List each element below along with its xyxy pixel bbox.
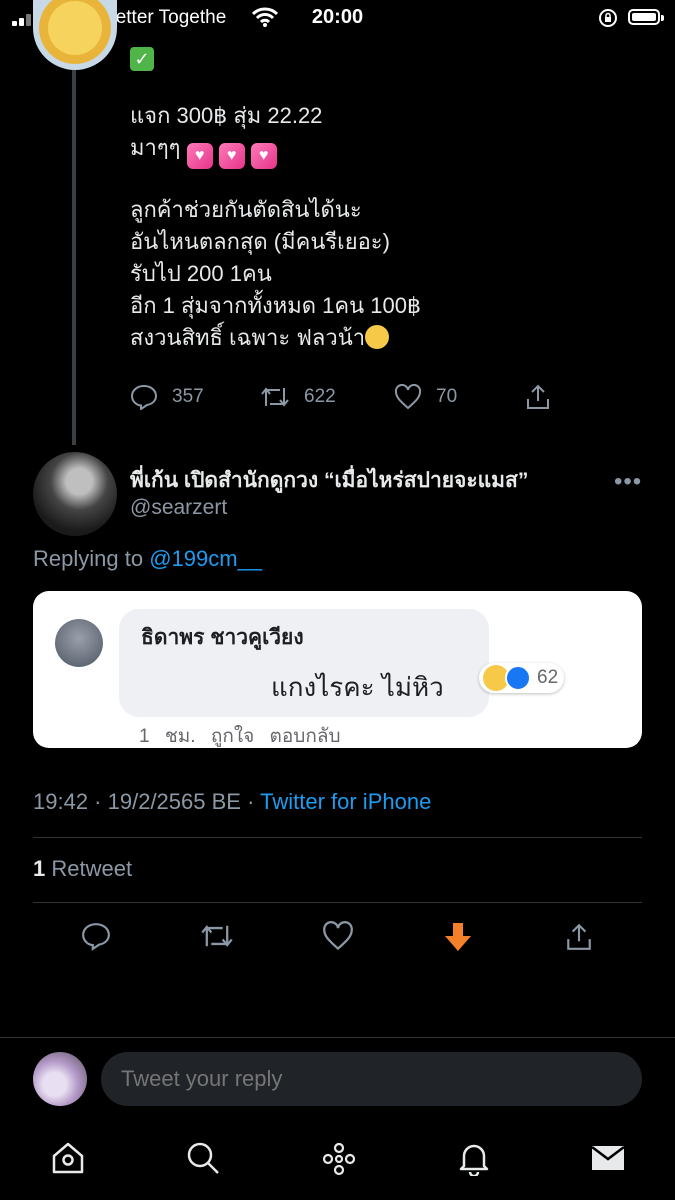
comment-text: แกงไรคะ ไม่หิว (271, 672, 444, 702)
tweet-line: มาๆๆ ♥ ♥ ♥ (130, 132, 630, 169)
like-reaction-icon (505, 665, 531, 691)
heart-icon[interactable] (322, 921, 354, 951)
divider (0, 1037, 675, 1038)
tweet-line: สงวนสิทธิ์ เฉพาะ ฟลวน้า (130, 322, 630, 354)
reply-button[interactable]: 357 (130, 380, 204, 414)
more-options-icon[interactable]: ••• (614, 468, 642, 496)
parent-tweet-text: ✓ แจก 300฿ สุ่ม 22.22 มาๆๆ ♥ ♥ ♥ ลูกค้าช่ว… (130, 18, 630, 354)
my-avatar[interactable] (33, 1052, 87, 1106)
messages-envelope-icon[interactable] (590, 1140, 626, 1176)
tweet-timestamp: 19:42 · 19/2/2565 BE · Twitter for iPhon… (33, 789, 432, 814)
share-icon (527, 384, 549, 409)
parent-avatar[interactable] (33, 0, 117, 70)
sparkling-heart-emoji: ♥ (250, 143, 277, 169)
reply-icon (130, 384, 158, 410)
author-handle[interactable]: @searzert (130, 496, 227, 520)
tweet-source[interactable]: Twitter for iPhone (260, 789, 431, 814)
divider (33, 837, 642, 838)
author-avatar[interactable] (33, 452, 117, 536)
retweet-icon[interactable] (200, 921, 234, 951)
sparkling-heart-emoji: ♥ (218, 143, 245, 169)
reaction-count: 62 (537, 667, 559, 688)
author-display-name[interactable]: พี่เก้น เปิดสำนักดูกวง “เมื่อไหร่สปายจะแ… (130, 464, 528, 497)
share-icon[interactable] (564, 921, 594, 953)
tweet-line: แจก 300฿ สุ่ม 22.22 (130, 103, 323, 128)
pleading-face-emoji (365, 325, 390, 349)
like-button[interactable]: 70 (394, 380, 457, 414)
share-button[interactable] (524, 380, 566, 414)
sparkling-heart-emoji: ♥ (186, 143, 213, 169)
tweet-line: รับไป 200 1คน (130, 261, 272, 286)
tweet-line: ลูกค้าช่วยกันตัดสินได้นะ (130, 197, 362, 222)
spaces-icon[interactable] (320, 1140, 358, 1178)
retweet-stats[interactable]: 1 Retweet (33, 856, 132, 882)
battery-icon (628, 9, 664, 25)
divider (33, 902, 642, 903)
retweet-button[interactable]: 622 (260, 380, 336, 414)
search-icon[interactable] (185, 1140, 221, 1176)
tweet-image[interactable]: ธิดาพร ชาวคูเวียง แกงไรคะ ไม่หิว 62 1 ชม… (33, 591, 642, 748)
heart-icon (394, 384, 422, 410)
replying-to-link[interactable]: @199cm__ (149, 546, 262, 571)
tweet-line: อันไหนตลกสุด (มีคนรีเยอะ) (130, 229, 390, 254)
parent-tweet-actions: 357 622 70 (130, 380, 570, 414)
commenter-avatar (55, 619, 103, 667)
thread-connector (72, 70, 76, 445)
tweet-line: อีก 1 สุ่มจากทั้งหมด 1คน 100฿ (130, 293, 421, 318)
commenter-name: ธิดาพร ชาวคูเวียง (141, 626, 304, 649)
clipped-line (130, 4, 630, 24)
reply-input[interactable] (101, 1052, 642, 1106)
home-icon[interactable] (50, 1140, 86, 1176)
reaction-summary: 62 (479, 663, 565, 693)
download-arrow-icon[interactable] (443, 921, 473, 953)
comment-meta: 1 ชม. ถูกใจ ตอบกลับ (139, 726, 341, 747)
check-mark-emoji: ✓ (130, 47, 154, 71)
reply-icon[interactable] (81, 921, 111, 951)
notifications-bell-icon[interactable] (456, 1140, 492, 1176)
replying-to: Replying to @199cm__ (33, 546, 263, 571)
retweet-icon (261, 387, 289, 407)
